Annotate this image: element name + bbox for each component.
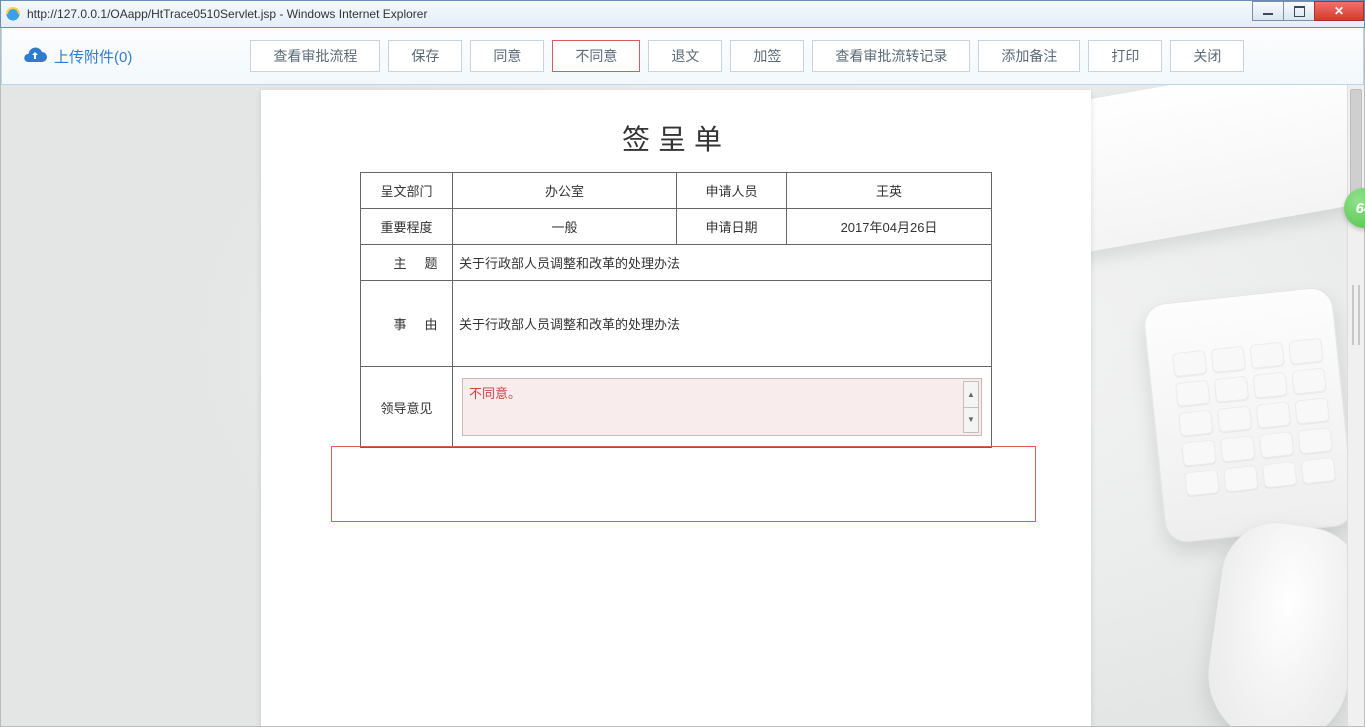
value-dept: 办公室 [453, 173, 677, 209]
window-url: http://127.0.0.1/OAapp/HtTrace0510Servle… [27, 7, 276, 21]
calculator-deco [1172, 338, 1336, 497]
add-remark-button[interactable]: 添加备注 [978, 40, 1080, 72]
opinion-textarea[interactable]: 不同意。 ▲ ▼ [462, 378, 982, 436]
print-button[interactable]: 打印 [1088, 40, 1162, 72]
app-frame: 上传附件(0) 查看审批流程 保存 同意 不同意 退文 加签 查看审批流转记录 … [0, 28, 1365, 727]
opinion-spinner[interactable]: ▲ ▼ [963, 381, 979, 433]
minimize-button[interactable] [1252, 1, 1284, 21]
agree-button[interactable]: 同意 [470, 40, 544, 72]
content-area: 签呈单 呈文部门 办公室 申请人员 王英 重要程度 一般 申请日期 2017年0… [1, 85, 1364, 726]
value-reason: 关于行政部人员调整和改革的处理办法 [453, 281, 992, 367]
view-record-button[interactable]: 查看审批流转记录 [812, 40, 970, 72]
label-reason: 事由 [361, 281, 453, 367]
form-paper: 签呈单 呈文部门 办公室 申请人员 王英 重要程度 一般 申请日期 2017年0… [261, 90, 1091, 726]
window-titlebar: http://127.0.0.1/OAapp/HtTrace0510Servle… [0, 0, 1365, 28]
add-sign-button[interactable]: 加签 [730, 40, 804, 72]
cloud-upload-icon [22, 46, 48, 66]
highlight-box [331, 446, 1036, 522]
form-title: 签呈单 [261, 118, 1091, 158]
label-opinion: 领导意见 [361, 367, 453, 448]
save-button[interactable]: 保存 [388, 40, 462, 72]
form-table: 呈文部门 办公室 申请人员 王英 重要程度 一般 申请日期 2017年04月26… [360, 172, 992, 448]
disagree-button[interactable]: 不同意 [552, 40, 640, 72]
window-title: http://127.0.0.1/OAapp/HtTrace0510Servle… [27, 7, 427, 21]
spinner-up-icon[interactable]: ▲ [964, 382, 978, 408]
upload-label: 上传附件(0) [54, 46, 132, 67]
scrollbar-track-mark [1352, 285, 1360, 345]
value-date: 2017年04月26日 [787, 209, 992, 245]
label-priority: 重要程度 [361, 209, 453, 245]
close-button[interactable]: 关闭 [1170, 40, 1244, 72]
label-dept: 呈文部门 [361, 173, 453, 209]
value-applicant: 王英 [787, 173, 992, 209]
upload-attachment-button[interactable]: 上传附件(0) [22, 46, 132, 67]
vertical-scrollbar[interactable] [1347, 85, 1364, 726]
ie-icon [5, 6, 21, 22]
maximize-button[interactable] [1283, 1, 1315, 21]
window-controls [1253, 1, 1364, 23]
title-sep: - [279, 7, 286, 21]
value-priority: 一般 [453, 209, 677, 245]
value-subject: 关于行政部人员调整和改革的处理办法 [453, 245, 992, 281]
scrollbar-thumb[interactable] [1350, 89, 1362, 199]
label-applicant: 申请人员 [677, 173, 787, 209]
window-appname: Windows Internet Explorer [287, 7, 428, 21]
return-button[interactable]: 退文 [648, 40, 722, 72]
toolbar: 上传附件(0) 查看审批流程 保存 同意 不同意 退文 加签 查看审批流转记录 … [2, 28, 1363, 84]
view-flow-button[interactable]: 查看审批流程 [250, 40, 380, 72]
opinion-text: 不同意。 [469, 386, 521, 401]
spinner-down-icon[interactable]: ▼ [964, 408, 978, 433]
label-subject: 主题 [361, 245, 453, 281]
badge-text: 64 [1356, 200, 1365, 217]
label-date: 申请日期 [677, 209, 787, 245]
close-window-button[interactable] [1314, 1, 1364, 21]
